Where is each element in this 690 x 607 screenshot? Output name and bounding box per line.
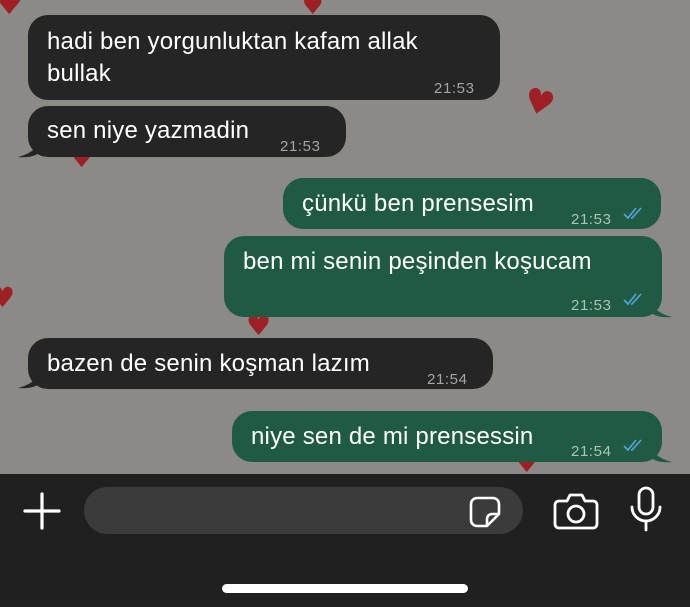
message-time: 21:53 [571, 211, 612, 228]
camera-icon[interactable] [553, 492, 599, 530]
wallpaper-heart-icon: ♥ [519, 79, 560, 127]
incoming-message[interactable]: hadi ben yorgunluktan kafam allak bullak… [28, 15, 500, 100]
message-time: 21:53 [280, 138, 321, 155]
outgoing-message[interactable]: çünkü ben prensesim 21:53 [283, 178, 661, 229]
read-receipt-icon [623, 293, 642, 306]
message-time: 21:54 [427, 371, 468, 388]
read-receipt-icon [623, 207, 642, 220]
message-text: ben mi senin peşinden koşucam [243, 248, 592, 275]
bubble-tail [650, 300, 672, 318]
wallpaper-heart-icon: ♥ [0, 0, 25, 23]
incoming-message[interactable]: bazen de senin koşman lazım 21:54 [28, 338, 493, 389]
outgoing-message[interactable]: ben mi senin peşinden koşucam 21:53 [224, 236, 662, 317]
wallpaper-heart-icon: ♥ [0, 281, 16, 314]
incoming-message[interactable]: sen niye yazmadin 21:53 [28, 106, 346, 157]
read-receipt-icon [623, 439, 642, 452]
message-text: bazen de senin koşman lazım [47, 350, 370, 377]
bubble-tail [650, 445, 672, 463]
message-text: çünkü ben prensesim [302, 190, 534, 217]
chat-area[interactable]: ♥ ♥ ♥ ♥ ♥ ♥ ♥ hadi ben yorgunluktan kafa… [0, 0, 690, 474]
message-time: 21:53 [571, 297, 612, 314]
message-text: niye sen de mi prensessin [251, 423, 534, 450]
message-text: sen niye yazmadin [47, 117, 250, 144]
message-time: 21:53 [434, 80, 475, 97]
message-text: hadi ben yorgunluktan kafam allak bullak [47, 28, 418, 87]
outgoing-message[interactable]: niye sen de mi prensessin 21:54 [232, 411, 662, 462]
sticker-icon[interactable] [468, 495, 502, 529]
message-time: 21:54 [571, 443, 612, 460]
plus-icon[interactable] [22, 491, 62, 531]
home-indicator[interactable] [222, 584, 468, 593]
microphone-icon[interactable] [628, 486, 664, 532]
message-input[interactable] [84, 487, 523, 534]
